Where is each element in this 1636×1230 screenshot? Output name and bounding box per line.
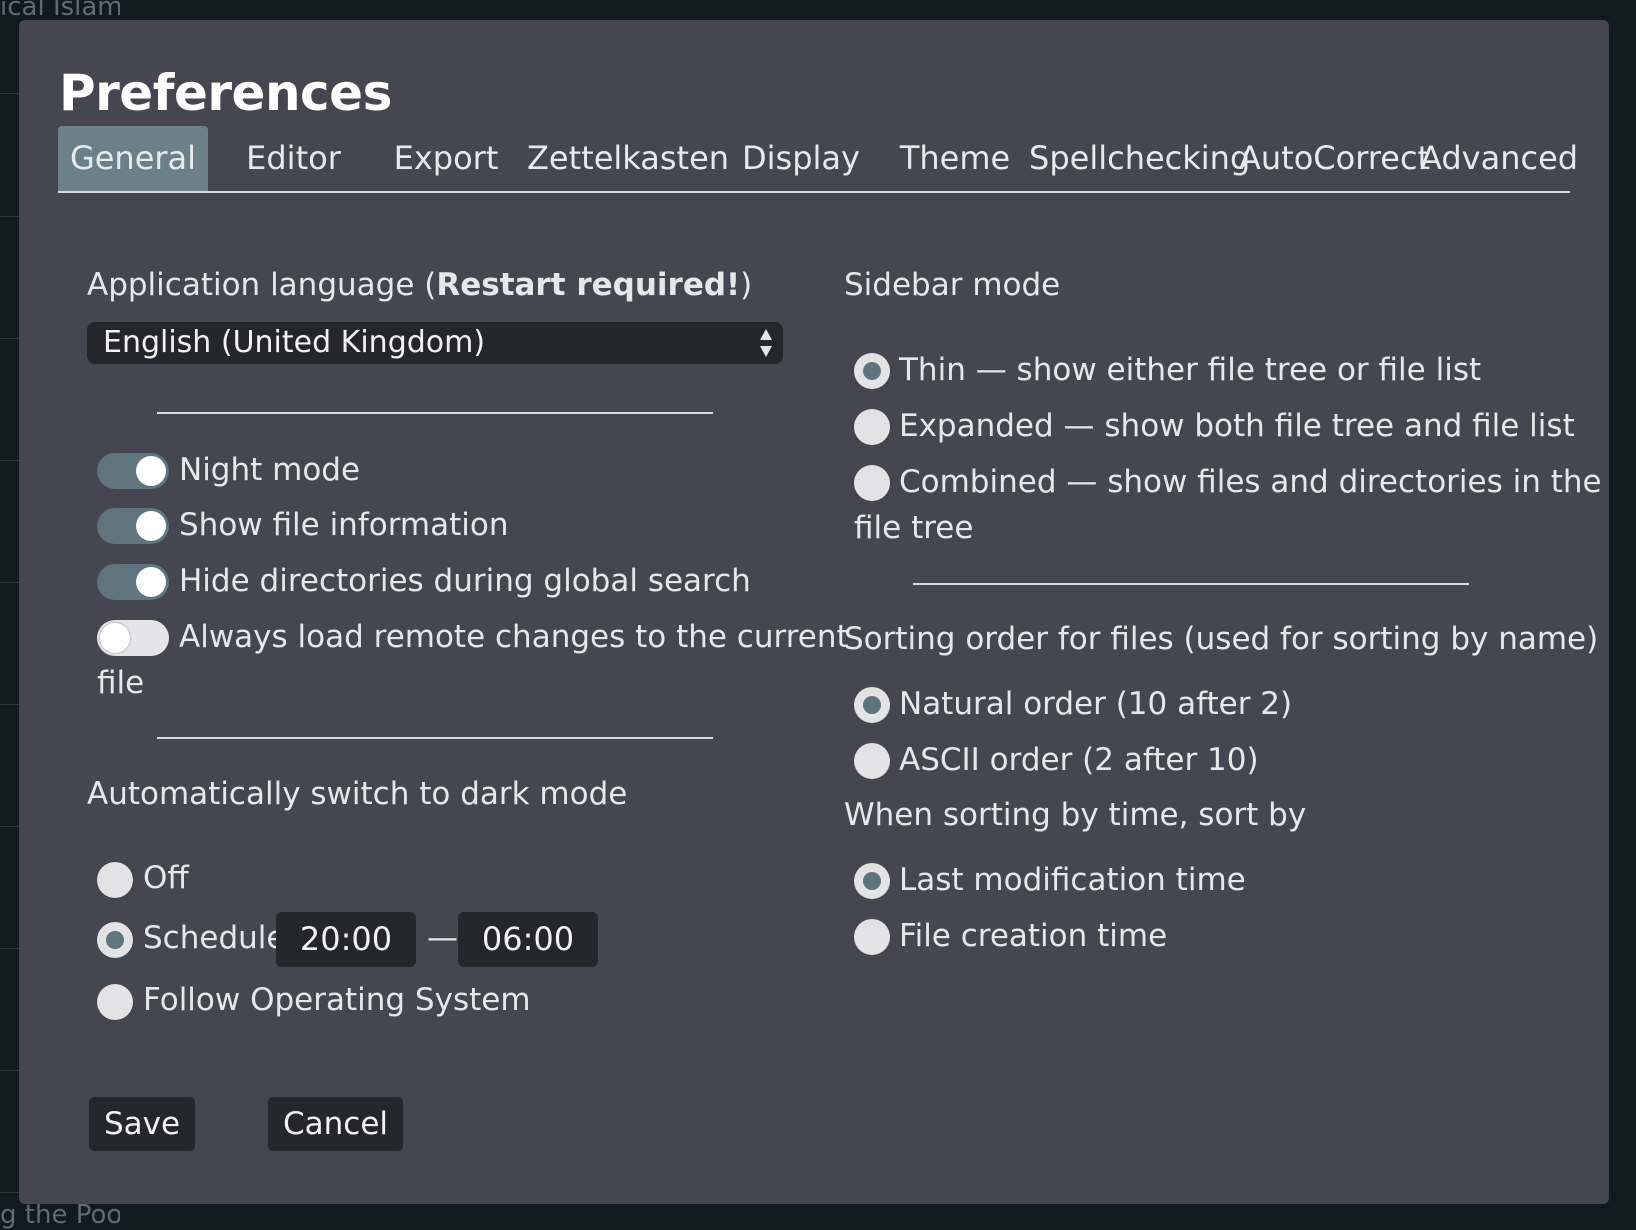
sidebar-expanded-radio[interactable] <box>854 409 890 445</box>
cancel-button[interactable]: Cancel <box>268 1097 403 1151</box>
background-divider <box>0 1192 20 1193</box>
section-divider <box>157 737 713 739</box>
file-creation-label: File creation time <box>899 918 1168 954</box>
language-select[interactable]: English (United Kingdom) <box>87 322 783 364</box>
toggle-knob <box>136 456 166 486</box>
load-remote-changes-label: Always load remote changes to the curren… <box>179 619 849 655</box>
save-button[interactable]: Save <box>89 1097 195 1151</box>
restart-required-text: Restart required! <box>436 267 741 303</box>
ascii-order-label: ASCII order (2 after 10) <box>899 742 1259 778</box>
toggle-knob <box>136 567 166 597</box>
night-mode-toggle[interactable] <box>97 453 169 489</box>
file-creation-radio[interactable] <box>854 919 890 955</box>
dark-mode-off-radio[interactable] <box>97 862 133 898</box>
hide-directories-label: Hide directories during global search <box>179 563 751 599</box>
schedule-end-input[interactable]: 06:00 <box>458 912 598 967</box>
background-divider <box>0 704 20 705</box>
toggle-knob <box>136 511 166 541</box>
language-label-end: ) <box>740 267 753 303</box>
natural-order-label: Natural order (10 after 2) <box>899 686 1293 722</box>
tab-editor[interactable]: Editor <box>221 126 366 191</box>
dialog-title: Preferences <box>59 64 392 122</box>
load-remote-changes-label-cont: file <box>97 665 145 701</box>
load-remote-changes-toggle[interactable] <box>97 620 169 656</box>
tab-general[interactable]: General <box>58 126 208 191</box>
background-divider <box>0 216 20 217</box>
last-modification-label: Last modification time <box>899 862 1246 898</box>
preferences-dialog: Preferences General Editor Export Zettel… <box>19 20 1609 1204</box>
dark-mode-off-label: Off <box>143 860 189 896</box>
sidebar-mode-heading: Sidebar mode <box>844 267 1061 303</box>
schedule-separator: — <box>427 920 458 956</box>
time-sort-heading: When sorting by time, sort by <box>844 797 1307 833</box>
tab-bar: General Editor Export Zettelkasten Displ… <box>58 126 1578 193</box>
dark-mode-schedule-label: Schedule <box>143 920 286 956</box>
sidebar-combined-radio[interactable] <box>854 465 890 501</box>
language-label-text: Application language ( <box>87 267 437 303</box>
sidebar-thin-radio[interactable] <box>854 353 890 389</box>
hide-directories-toggle[interactable] <box>97 564 169 600</box>
tab-theme[interactable]: Theme <box>880 126 1030 191</box>
natural-order-radio[interactable] <box>854 687 890 723</box>
tab-display[interactable]: Display <box>731 126 871 191</box>
schedule-start-input[interactable]: 20:00 <box>276 912 416 967</box>
select-arrows-icon <box>760 329 772 357</box>
ascii-order-radio[interactable] <box>854 743 890 779</box>
background-divider <box>0 93 20 94</box>
tab-zettelkasten[interactable]: Zettelkasten <box>527 126 729 191</box>
show-file-info-label: Show file information <box>179 507 509 543</box>
sidebar-expanded-label: Expanded — show both file tree and file … <box>899 408 1575 444</box>
section-divider <box>157 412 713 414</box>
show-file-info-toggle[interactable] <box>97 508 169 544</box>
dark-mode-follow-os-radio[interactable] <box>97 984 133 1020</box>
dark-mode-follow-os-label: Follow Operating System <box>143 982 531 1018</box>
tab-spellchecking[interactable]: Spellchecking <box>1029 126 1250 191</box>
background-divider <box>0 826 20 827</box>
background-text: ical Islami <box>0 0 120 22</box>
background-divider <box>0 460 20 461</box>
night-mode-label: Night mode <box>179 452 361 488</box>
dark-mode-heading: Automatically switch to dark mode <box>87 776 628 812</box>
sidebar-combined-label-cont: file tree <box>854 510 974 546</box>
tab-export[interactable]: Export <box>376 126 516 191</box>
background-text: g the Poo <box>0 1200 120 1230</box>
background-divider <box>0 582 20 583</box>
last-modification-radio[interactable] <box>854 863 890 899</box>
section-divider <box>913 583 1469 585</box>
tab-advanced[interactable]: Advanced <box>1420 126 1578 191</box>
dark-mode-schedule-radio[interactable] <box>97 922 133 958</box>
background-divider <box>0 338 20 339</box>
language-label: Application language (Restart required!) <box>87 267 752 303</box>
background-divider <box>0 948 20 949</box>
background-divider <box>0 1070 20 1071</box>
sidebar-thin-label: Thin — show either file tree or file lis… <box>899 352 1482 388</box>
tab-autocorrect[interactable]: AutoCorrect <box>1239 126 1430 191</box>
sidebar-combined-label: Combined — show files and directories in… <box>899 464 1602 500</box>
language-select-value: English (United Kingdom) <box>103 325 486 360</box>
toggle-knob <box>100 623 130 653</box>
sorting-heading: Sorting order for files (used for sortin… <box>844 621 1599 657</box>
